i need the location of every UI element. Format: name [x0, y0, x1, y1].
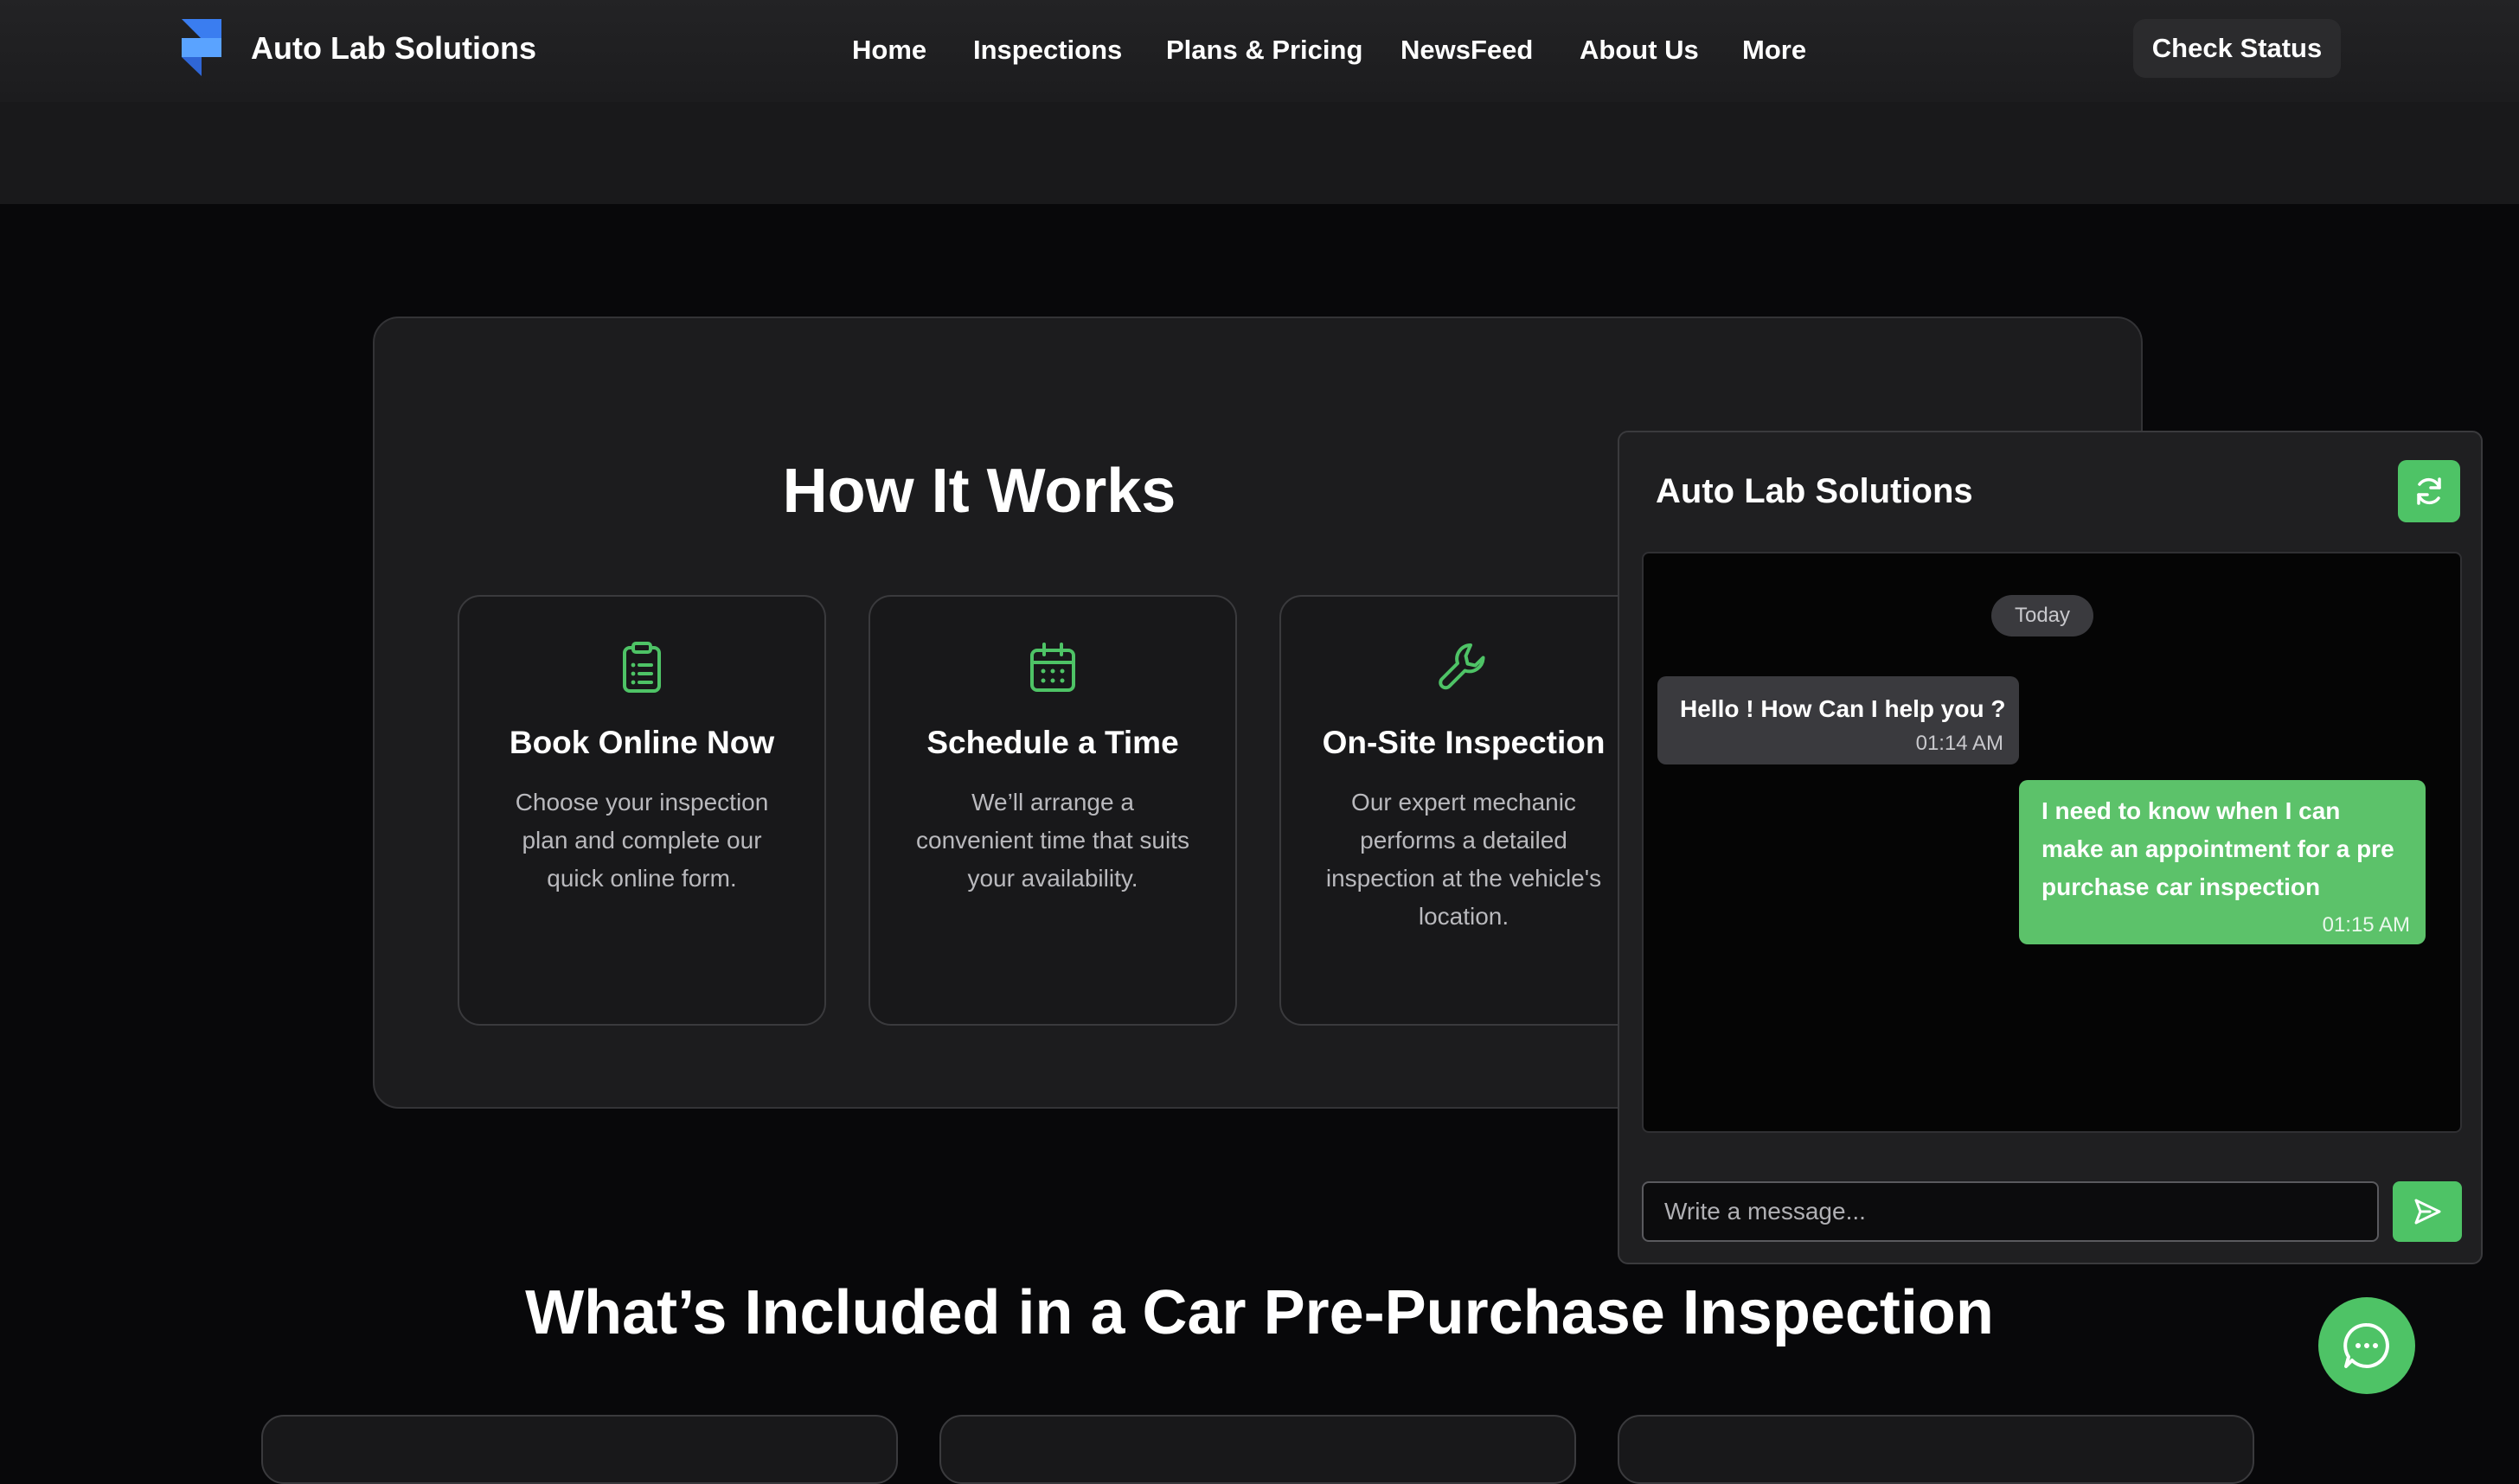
refresh-icon — [2417, 477, 2441, 505]
brand-logo-icon[interactable] — [182, 19, 221, 76]
refresh-chat-button[interactable] — [2398, 460, 2460, 522]
user-message: I need to know when I can make an appoin… — [2019, 780, 2426, 944]
message-text: Hello ! How Can I help you ? — [1680, 695, 2006, 722]
message-text: I need to know when I can make an appoin… — [2041, 797, 2394, 900]
chat-title: Auto Lab Solutions — [1656, 472, 1973, 510]
send-icon — [2414, 1199, 2441, 1225]
step-title: On-Site Inspection — [1322, 725, 1606, 760]
whats-included-title: What’s Included in a Car Pre-Purchase In… — [525, 1278, 1994, 1347]
chat-messages-area[interactable]: Today Hello ! How Can I help you ? 01:14… — [1642, 552, 2462, 1133]
nav-about-us[interactable]: About Us — [1580, 31, 1699, 69]
step-description: Choose your inspection plan and complete… — [515, 789, 769, 892]
send-message-button[interactable] — [2393, 1181, 2462, 1242]
included-card — [261, 1415, 898, 1484]
wrench-icon — [1439, 643, 1485, 690]
nav-home[interactable]: Home — [852, 31, 926, 69]
step-card-book-online: Book Online Now Choose your inspection p… — [458, 595, 826, 1026]
clipboard-icon — [623, 642, 661, 693]
step-title: Book Online Now — [509, 725, 775, 760]
brand-name[interactable]: Auto Lab Solutions — [251, 28, 536, 69]
nav-newsfeed[interactable]: NewsFeed — [1401, 31, 1533, 69]
date-separator: Today — [1991, 595, 2093, 636]
step-card-schedule: Schedule a Time We’ll arrange a convenie… — [869, 595, 1237, 1026]
step-title: Schedule a Time — [926, 725, 1179, 760]
included-card — [939, 1415, 1576, 1484]
how-it-works-title: How It Works — [782, 457, 1176, 526]
message-input[interactable] — [1642, 1181, 2379, 1242]
bot-message: Hello ! How Can I help you ? 01:14 AM — [1657, 676, 2019, 764]
step-card-on-site-inspection: On-Site Inspection Our expert mechanic p… — [1279, 595, 1648, 1026]
step-description: We’ll arrange a convenient time that sui… — [916, 789, 1189, 892]
step-description: Our expert mechanic performs a detailed … — [1325, 789, 1602, 930]
message-time: 01:14 AM — [1915, 732, 2003, 755]
chat-widget: Auto Lab Solutions Today Hello ! How Can… — [1618, 431, 2483, 1264]
open-chat-button[interactable] — [2318, 1297, 2415, 1394]
nav-plans-pricing[interactable]: Plans & Pricing — [1166, 31, 1362, 69]
nav-inspections[interactable]: Inspections — [973, 31, 1122, 69]
check-status-button[interactable]: Check Status — [2133, 19, 2341, 78]
message-time: 01:15 AM — [2322, 913, 2410, 937]
chat-bubble-icon — [2343, 1322, 2389, 1368]
calendar-icon — [1030, 643, 1075, 692]
included-card — [1618, 1415, 2254, 1484]
site-header: Auto Lab Solutions Home Inspections Plan… — [0, 0, 2519, 204]
nav-more[interactable]: More — [1742, 31, 1806, 69]
